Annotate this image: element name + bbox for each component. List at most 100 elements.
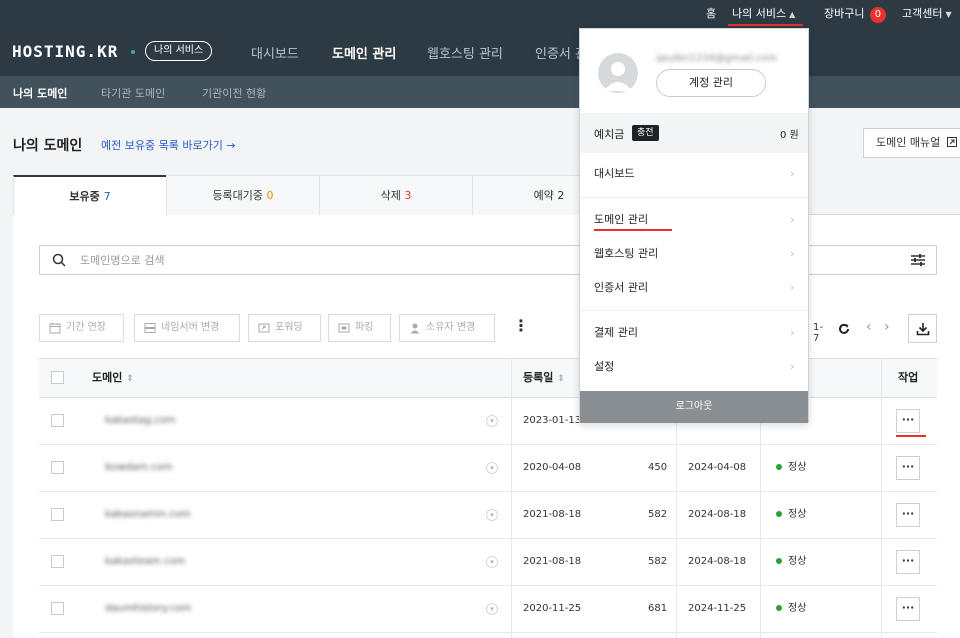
- subnav-my-domain[interactable]: 나의 도메인: [13, 85, 67, 101]
- avatar: [598, 53, 638, 93]
- deposit-value: 0 원: [780, 130, 799, 141]
- domain-name[interactable]: bowdam.com: [105, 445, 172, 491]
- caret-down-icon: ▼: [945, 10, 952, 19]
- my-service-menu[interactable]: 나의 서비스 ▲: [728, 0, 804, 28]
- menu-dashboard[interactable]: 대시보드 ›: [580, 157, 808, 191]
- expiry-date: 2024-04-08: [688, 462, 747, 473]
- menu-domain-management[interactable]: 도메인 관리 ›: [580, 203, 808, 237]
- change-nameserver-button[interactable]: 네임서버 변경: [134, 314, 240, 342]
- domain-name[interactable]: kakaoteam.com: [105, 539, 185, 585]
- change-owner-button[interactable]: 소유자 변경: [399, 314, 495, 342]
- select-all-checkbox[interactable]: [51, 371, 64, 384]
- tab-deleted[interactable]: 삭제 3: [319, 175, 473, 215]
- header-domain-label: 도메인: [92, 371, 123, 384]
- parking-button[interactable]: 파킹: [328, 314, 391, 342]
- tab-owned-label: 보유중: [69, 190, 100, 203]
- header-reg-date[interactable]: 등록일 ⇕: [523, 358, 565, 397]
- chevron-right-icon: ›: [790, 360, 795, 373]
- expand-chevron-icon[interactable]: ▾: [486, 462, 498, 474]
- nav-dashboard[interactable]: 대시보드: [251, 43, 299, 62]
- row-more-button[interactable]: ···: [896, 550, 920, 574]
- tab-pending[interactable]: 등록대기중 0: [166, 175, 320, 215]
- extend-period-label: 기간 연장: [66, 322, 106, 333]
- more-actions-icon[interactable]: ⋮: [513, 318, 529, 334]
- menu-settings[interactable]: 설정 ›: [580, 350, 808, 384]
- status: 정상: [776, 586, 806, 632]
- chevron-right-icon: ›: [790, 247, 795, 260]
- nav-webhosting[interactable]: 웹호스팅 관리: [427, 43, 503, 62]
- customer-center-label: 고객센터: [902, 7, 943, 20]
- expand-chevron-icon[interactable]: ▾: [486, 556, 498, 568]
- logo-dot: [131, 50, 135, 54]
- cart-count-badge: 0: [869, 7, 886, 23]
- nav-domain-management[interactable]: 도메인 관리: [332, 43, 396, 62]
- tab-reserved-label: 예약: [533, 189, 554, 202]
- chevron-right-icon: ›: [790, 281, 795, 294]
- row-more-button[interactable]: ···: [896, 597, 920, 621]
- prev-page-icon[interactable]: ‹: [866, 319, 872, 335]
- menu-billing[interactable]: 결제 관리 ›: [580, 316, 808, 350]
- tab-deleted-count: 3: [404, 189, 412, 202]
- row-checkbox[interactable]: [51, 508, 64, 521]
- status-label: 정상: [788, 509, 807, 520]
- home-link[interactable]: 홈: [706, 0, 716, 28]
- row-checkbox[interactable]: [51, 555, 64, 568]
- subnav-other-domain[interactable]: 타기관 도메인: [101, 85, 165, 101]
- status-label: 정상: [788, 603, 807, 614]
- row-checkbox[interactable]: [51, 602, 64, 615]
- account-manage-button[interactable]: 계정 관리: [656, 69, 766, 97]
- next-page-icon[interactable]: ›: [884, 319, 890, 335]
- chevron-right-icon: ›: [790, 326, 795, 339]
- row-more-button[interactable]: ···: [896, 409, 920, 433]
- status: 정상: [776, 539, 806, 585]
- table-row[interactable]: kakaoteam.com ▾ 2021-08-18 582 2024-08-1…: [39, 539, 937, 586]
- table-row[interactable]: bowdam.com ▾ 2020-04-08 450 2024-04-08 정…: [39, 445, 937, 492]
- status-dot-icon: [776, 558, 782, 564]
- expand-chevron-icon[interactable]: ▾: [486, 509, 498, 521]
- menu-webhosting[interactable]: 웹호스팅 관리 ›: [580, 237, 808, 271]
- table-row[interactable]: kakaonamin.com ▾ 2021-08-18 582 2024-08-…: [39, 492, 937, 539]
- status-dot-icon: [776, 511, 782, 517]
- expand-chevron-icon[interactable]: ▾: [486, 415, 498, 427]
- tab-owned[interactable]: 보유중 7: [13, 175, 167, 216]
- domain-manual-label: 도메인 매뉴얼: [876, 136, 941, 149]
- service-pill[interactable]: 나의 서비스: [145, 41, 213, 61]
- subnav-transfer-status[interactable]: 기관이전 현황: [202, 85, 266, 101]
- customer-center-link[interactable]: 고객센터 ▼: [902, 0, 952, 28]
- charge-button[interactable]: 충전: [632, 125, 659, 141]
- hosting-kr-logo[interactable]: HOSTING.KR: [12, 42, 118, 61]
- remaining-days: 450: [648, 462, 668, 473]
- domain-name[interactable]: daumhistory.com: [105, 586, 191, 632]
- refresh-icon[interactable]: [838, 323, 850, 335]
- expand-chevron-icon[interactable]: ▾: [486, 603, 498, 615]
- domain-manual-button[interactable]: 도메인 매뉴얼: [863, 128, 960, 158]
- menu-settings-label: 설정: [594, 360, 615, 373]
- domain-name[interactable]: kakaotag.com: [105, 398, 176, 444]
- row-checkbox[interactable]: [51, 461, 64, 474]
- tab-pending-label: 등록대기중: [212, 189, 264, 202]
- table-row[interactable]: daumhistory.com ▾ 2020-11-25 681 2024-11…: [39, 586, 937, 633]
- status-dot-icon: [776, 464, 782, 470]
- header-domain[interactable]: 도메인 ⇕: [92, 358, 134, 397]
- caret-up-icon: ▲: [789, 10, 796, 19]
- extend-period-button[interactable]: 기간 연장: [39, 314, 124, 342]
- header-reg-date-label: 등록일: [523, 371, 554, 384]
- logout-button[interactable]: 로그아웃: [580, 391, 808, 423]
- row-checkbox[interactable]: [51, 414, 64, 427]
- top-utility-bar: 홈 나의 서비스 ▲ 장바구니 0 고객센터 ▼: [0, 0, 960, 28]
- domain-name[interactable]: kakaonamin.com: [105, 492, 190, 538]
- row-more-button[interactable]: ···: [896, 456, 920, 480]
- filter-sliders-icon[interactable]: [910, 252, 926, 268]
- change-owner-label: 소유자 변경: [426, 322, 476, 333]
- sub-navigation: 나의 도메인 타기관 도메인 기관이전 현황: [0, 76, 960, 108]
- download-button[interactable]: [908, 314, 937, 343]
- status-label: 정상: [788, 462, 807, 473]
- menu-certificate[interactable]: 인증서 관리 ›: [580, 271, 808, 305]
- cart-link[interactable]: 장바구니 0: [824, 0, 886, 28]
- domain-search-input[interactable]: [80, 246, 560, 274]
- forwarding-button[interactable]: 포워딩: [248, 314, 321, 342]
- menu-certificate-label: 인증서 관리: [594, 281, 649, 294]
- row-more-button[interactable]: ···: [896, 503, 920, 527]
- backup-list-link[interactable]: 예전 보유중 목록 바로가기 →: [101, 137, 236, 153]
- download-icon: [916, 323, 930, 336]
